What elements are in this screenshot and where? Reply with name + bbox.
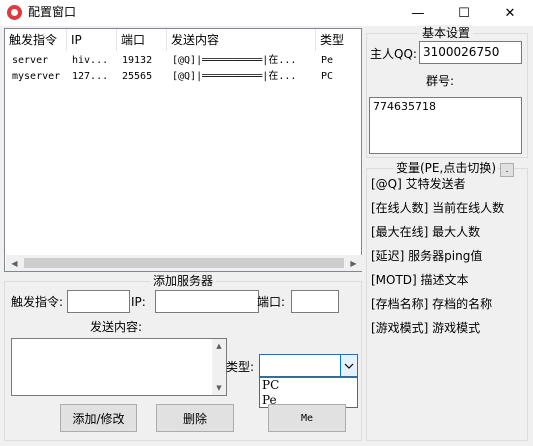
variable-item: [最大在线] 最大人数 bbox=[371, 225, 481, 239]
scroll-right-icon[interactable]: ▶ bbox=[345, 255, 362, 271]
variables-toggle-button[interactable]: . bbox=[500, 163, 514, 177]
variable-item: [MOTD] 描述文本 bbox=[371, 273, 469, 287]
port-label: 端口: bbox=[257, 295, 286, 309]
content-textarea[interactable]: ▲ ▼ bbox=[11, 338, 227, 396]
server-list-header: 触发指令 IP 端口 发送内容 类型 bbox=[5, 29, 361, 51]
port-input[interactable] bbox=[291, 290, 339, 313]
variable-item: [存档名称] 存档的名称 bbox=[371, 297, 493, 311]
server-list[interactable]: 触发指令 IP 端口 发送内容 类型 server hiv... 19132 [… bbox=[4, 28, 362, 272]
column-header-content[interactable]: 发送内容 bbox=[167, 29, 316, 51]
group-number-label: 群号: bbox=[426, 74, 455, 88]
cell-type: PC bbox=[321, 71, 334, 82]
group-number-textarea[interactable]: 774635718 bbox=[369, 97, 522, 154]
chevron-down-icon[interactable] bbox=[340, 355, 357, 376]
column-header-type[interactable]: 类型 bbox=[316, 29, 361, 51]
type-label: 类型: bbox=[226, 360, 255, 374]
owner-qq-value: 3100026750 bbox=[423, 45, 500, 59]
me-button[interactable]: Me bbox=[268, 404, 346, 432]
minimize-button[interactable]: — bbox=[395, 0, 441, 26]
scroll-left-icon[interactable]: ◀ bbox=[6, 255, 23, 271]
scroll-down-icon[interactable]: ▼ bbox=[212, 381, 226, 395]
cell-trigger: myserver bbox=[12, 71, 61, 82]
horizontal-scrollbar[interactable]: ◀ ▶ bbox=[6, 255, 362, 271]
variable-item: [延迟] 服务器ping值 bbox=[371, 249, 483, 263]
variable-item: [@Q] 艾特发送者 bbox=[371, 177, 466, 191]
scroll-thumb[interactable] bbox=[24, 258, 344, 268]
variable-item: [游戏模式] 游戏模式 bbox=[371, 321, 481, 335]
close-button[interactable]: ✕ bbox=[487, 0, 533, 26]
add-modify-button[interactable]: 添加/修改 bbox=[60, 404, 137, 432]
trigger-input[interactable] bbox=[67, 290, 130, 313]
cell-ip: hiv... bbox=[72, 55, 109, 66]
delete-button[interactable]: 删除 bbox=[156, 404, 234, 432]
window-title: 配置窗口 bbox=[28, 5, 77, 19]
cell-content: [@Q]|══════════|在... bbox=[172, 71, 297, 82]
cell-port: 19132 bbox=[122, 55, 153, 66]
add-server-title: 添加服务器 bbox=[150, 273, 217, 289]
type-option-pc[interactable]: PC bbox=[262, 378, 279, 392]
group-number-value: 774635718 bbox=[373, 100, 436, 113]
column-header-port[interactable]: 端口 bbox=[117, 29, 167, 51]
owner-qq-label: 主人QQ: bbox=[370, 47, 417, 61]
scroll-up-icon[interactable]: ▲ bbox=[212, 339, 226, 353]
maximize-button[interactable]: ☐ bbox=[441, 0, 487, 26]
ip-label: IP: bbox=[131, 295, 146, 309]
column-header-ip[interactable]: IP bbox=[67, 29, 117, 51]
basic-settings-title: 基本设置 bbox=[419, 25, 474, 41]
app-icon bbox=[7, 5, 22, 20]
ip-input[interactable] bbox=[155, 290, 259, 313]
type-combobox[interactable] bbox=[259, 354, 358, 377]
cell-type: Pe bbox=[321, 55, 334, 66]
content-label: 发送内容: bbox=[90, 320, 143, 334]
cell-trigger: server bbox=[12, 55, 49, 66]
cell-port: 25565 bbox=[122, 71, 153, 82]
vertical-scrollbar[interactable]: ▲ ▼ bbox=[212, 339, 226, 395]
variables-title: 变量(PE,点击切换) bbox=[394, 160, 498, 176]
cell-content: [@Q]|══════════|在... bbox=[172, 55, 297, 66]
column-header-trigger[interactable]: 触发指令 bbox=[5, 29, 67, 51]
variable-item: [在线人数] 当前在线人数 bbox=[371, 201, 505, 215]
owner-qq-input[interactable]: 3100026750 bbox=[419, 41, 522, 64]
cell-ip: 127... bbox=[72, 71, 109, 82]
trigger-label: 触发指令: bbox=[11, 295, 64, 309]
